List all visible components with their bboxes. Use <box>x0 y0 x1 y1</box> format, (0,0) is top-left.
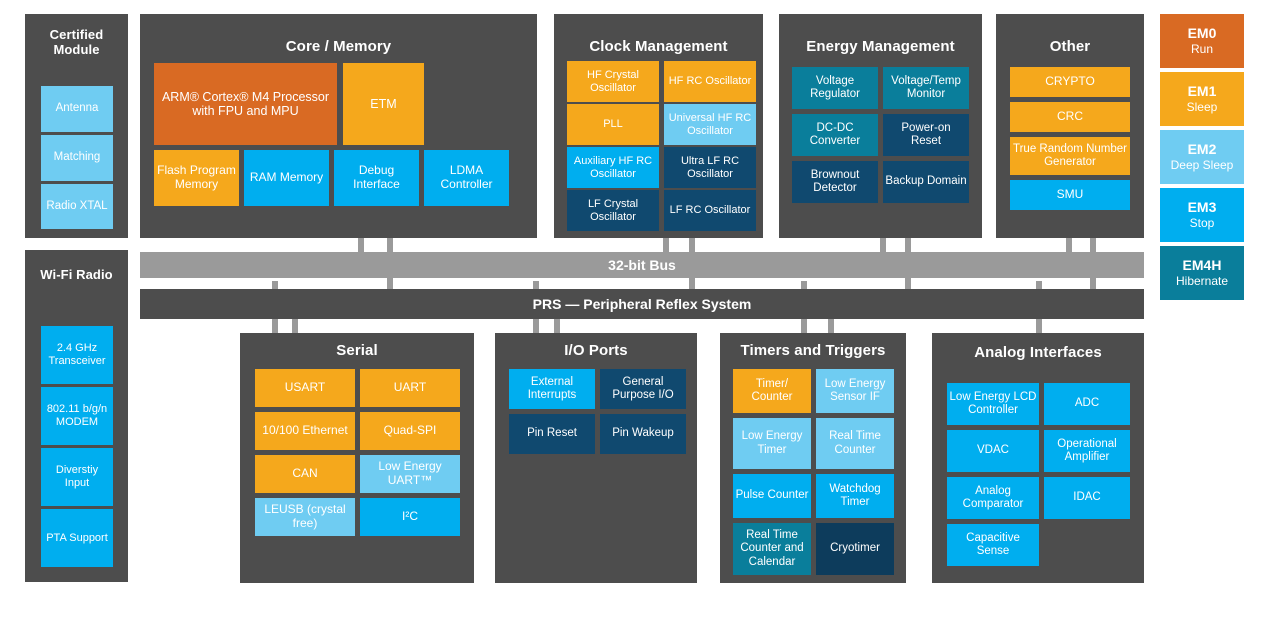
block-pin-reset[interactable]: Pin Reset <box>509 414 595 454</box>
panel-wifi-radio-title: Wi-Fi Radio <box>40 267 113 282</box>
block-brownout-detector[interactable]: Brownout Detector <box>792 161 878 203</box>
block-low-energy-lcd-controller[interactable]: Low Energy LCD Controller <box>947 383 1039 425</box>
panel-analog-interfaces: Analog Interfaces Low Energy LCD Control… <box>932 333 1144 583</box>
energy-mode-em0-name: Run <box>1190 42 1213 57</box>
panel-other: Other CRYPTO CRC True Random Number Gene… <box>996 14 1144 238</box>
block-dc-dc-converter[interactable]: DC-DC Converter <box>792 114 878 156</box>
block-debug-interface[interactable]: Debug Interface <box>334 150 419 206</box>
energy-mode-em2-code: EM2 <box>1187 141 1217 158</box>
block-diversity-input[interactable]: Diverstiy Input <box>41 448 113 506</box>
block-can[interactable]: CAN <box>255 455 355 493</box>
block-cryotimer[interactable]: Cryotimer <box>816 523 894 575</box>
panel-serial: Serial USART UART 10/100 Ethernet Quad-S… <box>240 333 474 583</box>
block-flash-program-memory[interactable]: Flash Program Memory <box>154 150 239 206</box>
bus-32bit: 32-bit Bus <box>140 252 1144 278</box>
block-i2c[interactable]: I²C <box>360 498 460 536</box>
energy-mode-em2[interactable]: EM2 Deep Sleep <box>1160 130 1244 184</box>
block-backup-domain[interactable]: Backup Domain <box>883 161 969 203</box>
energy-mode-em3-name: Stop <box>1189 216 1215 231</box>
block-pin-wakeup[interactable]: Pin Wakeup <box>600 414 686 454</box>
block-idac[interactable]: IDAC <box>1044 477 1130 519</box>
panel-io-ports-title: I/O Ports <box>564 342 628 359</box>
block-universal-hf-rc-oscillator[interactable]: Universal HF RC Oscillator <box>664 104 756 145</box>
energy-mode-em1-code: EM1 <box>1187 83 1217 100</box>
block-vdac[interactable]: VDAC <box>947 430 1039 472</box>
block-ultra-lf-rc-oscillator[interactable]: Ultra LF RC Oscillator <box>664 147 756 188</box>
block-radio-xtal[interactable]: Radio XTAL <box>41 184 113 229</box>
block-low-energy-timer[interactable]: Low Energy Timer <box>733 418 811 469</box>
block-watchdog-timer[interactable]: Watchdog Timer <box>816 474 894 518</box>
panel-energy-management-title: Energy Management <box>806 38 955 55</box>
block-adc[interactable]: ADC <box>1044 383 1130 425</box>
block-antenna[interactable]: Antenna <box>41 86 113 132</box>
panel-clock-management-title: Clock Management <box>589 38 728 55</box>
block-smu[interactable]: SMU <box>1010 180 1130 210</box>
block-quad-spi[interactable]: Quad-SPI <box>360 412 460 450</box>
block-arm-cortex-m4[interactable]: ARM® Cortex® M4 Processor with FPU and M… <box>154 63 337 145</box>
block-24ghz-transceiver[interactable]: 2.4 GHz Transceiver <box>41 326 113 384</box>
bus-prs: PRS — Peripheral Reflex System <box>140 289 1144 319</box>
energy-mode-em0-code: EM0 <box>1187 25 1217 42</box>
block-etm[interactable]: ETM <box>343 63 424 145</box>
panel-clock-management: Clock Management HF Crystal Oscillator H… <box>554 14 763 238</box>
energy-mode-em4h[interactable]: EM4H Hibernate <box>1160 246 1244 300</box>
block-real-time-counter[interactable]: Real Time Counter <box>816 418 894 469</box>
block-hf-crystal-oscillator[interactable]: HF Crystal Oscillator <box>567 61 659 102</box>
block-true-random-number-generator[interactable]: True Random Number Generator <box>1010 137 1130 175</box>
block-hf-rc-oscillator[interactable]: HF RC Oscillator <box>664 61 756 102</box>
block-crypto[interactable]: CRYPTO <box>1010 67 1130 97</box>
panel-certified-module: Certified Module Antenna Matching Radio … <box>25 14 128 238</box>
block-pulse-counter[interactable]: Pulse Counter <box>733 474 811 518</box>
panel-energy-management: Energy Management Voltage Regulator Volt… <box>779 14 982 238</box>
energy-mode-em2-name: Deep Sleep <box>1170 158 1234 173</box>
block-power-on-reset[interactable]: Power-on Reset <box>883 114 969 156</box>
energy-mode-em1-name: Sleep <box>1186 100 1218 115</box>
block-auxiliary-hf-rc-oscillator[interactable]: Auxiliary HF RC Oscillator <box>567 147 659 188</box>
panel-analog-interfaces-title: Analog Interfaces <box>974 344 1102 361</box>
energy-mode-em3-code: EM3 <box>1187 199 1217 216</box>
block-ram-memory[interactable]: RAM Memory <box>244 150 329 206</box>
panel-certified-module-title: Certified Module <box>49 27 104 57</box>
panel-timers-triggers: Timers and Triggers Timer/ Counter Low E… <box>720 333 906 583</box>
block-voltage-temp-monitor[interactable]: Voltage/Temp Monitor <box>883 67 969 109</box>
block-timer-counter[interactable]: Timer/ Counter <box>733 369 811 413</box>
panel-serial-title: Serial <box>336 342 378 359</box>
block-leusb[interactable]: LEUSB (crystal free) <box>255 498 355 536</box>
block-real-time-counter-calendar[interactable]: Real Time Counter and Calendar <box>733 523 811 575</box>
block-lf-rc-oscillator[interactable]: LF RC Oscillator <box>664 190 756 231</box>
energy-mode-em4h-name: Hibernate <box>1175 274 1229 289</box>
bus-32bit-label: 32-bit Bus <box>608 257 676 273</box>
block-voltage-regulator[interactable]: Voltage Regulator <box>792 67 878 109</box>
panel-io-ports: I/O Ports External Interrupts General Pu… <box>495 333 697 583</box>
panel-other-title: Other <box>1049 38 1091 55</box>
block-pta-support[interactable]: PTA Support <box>41 509 113 567</box>
block-general-purpose-io[interactable]: General Purpose I/O <box>600 369 686 409</box>
block-crc[interactable]: CRC <box>1010 102 1130 132</box>
panel-timers-triggers-title: Timers and Triggers <box>740 342 886 359</box>
block-80211-modem[interactable]: 802.11 b/g/n MODEM <box>41 387 113 445</box>
block-pll[interactable]: PLL <box>567 104 659 145</box>
block-low-energy-uart[interactable]: Low Energy UART™ <box>360 455 460 493</box>
block-usart[interactable]: USART <box>255 369 355 407</box>
block-capacitive-sense[interactable]: Capacitive Sense <box>947 524 1039 566</box>
block-uart[interactable]: UART <box>360 369 460 407</box>
block-lf-crystal-oscillator[interactable]: LF Crystal Oscillator <box>567 190 659 231</box>
energy-mode-em1[interactable]: EM1 Sleep <box>1160 72 1244 126</box>
block-matching[interactable]: Matching <box>41 135 113 181</box>
block-operational-amplifier[interactable]: Operational Amplifier <box>1044 430 1130 472</box>
panel-core-memory: Core / Memory ARM® Cortex® M4 Processor … <box>140 14 537 238</box>
block-ldma-controller[interactable]: LDMA Controller <box>424 150 509 206</box>
energy-mode-em0[interactable]: EM0 Run <box>1160 14 1244 68</box>
energy-mode-em3[interactable]: EM3 Stop <box>1160 188 1244 242</box>
block-low-energy-sensor-if[interactable]: Low Energy Sensor IF <box>816 369 894 413</box>
block-diagram: 32-bit Bus PRS — Peripheral Reflex Syste… <box>0 0 1280 638</box>
block-analog-comparator[interactable]: Analog Comparator <box>947 477 1039 519</box>
energy-mode-em4h-code: EM4H <box>1182 257 1222 274</box>
block-ethernet[interactable]: 10/100 Ethernet <box>255 412 355 450</box>
panel-wifi-radio: Wi-Fi Radio 2.4 GHz Transceiver 802.11 b… <box>25 250 128 582</box>
block-external-interrupts[interactable]: External Interrupts <box>509 369 595 409</box>
bus-prs-label: PRS — Peripheral Reflex System <box>532 296 752 312</box>
panel-core-memory-title: Core / Memory <box>285 38 392 55</box>
